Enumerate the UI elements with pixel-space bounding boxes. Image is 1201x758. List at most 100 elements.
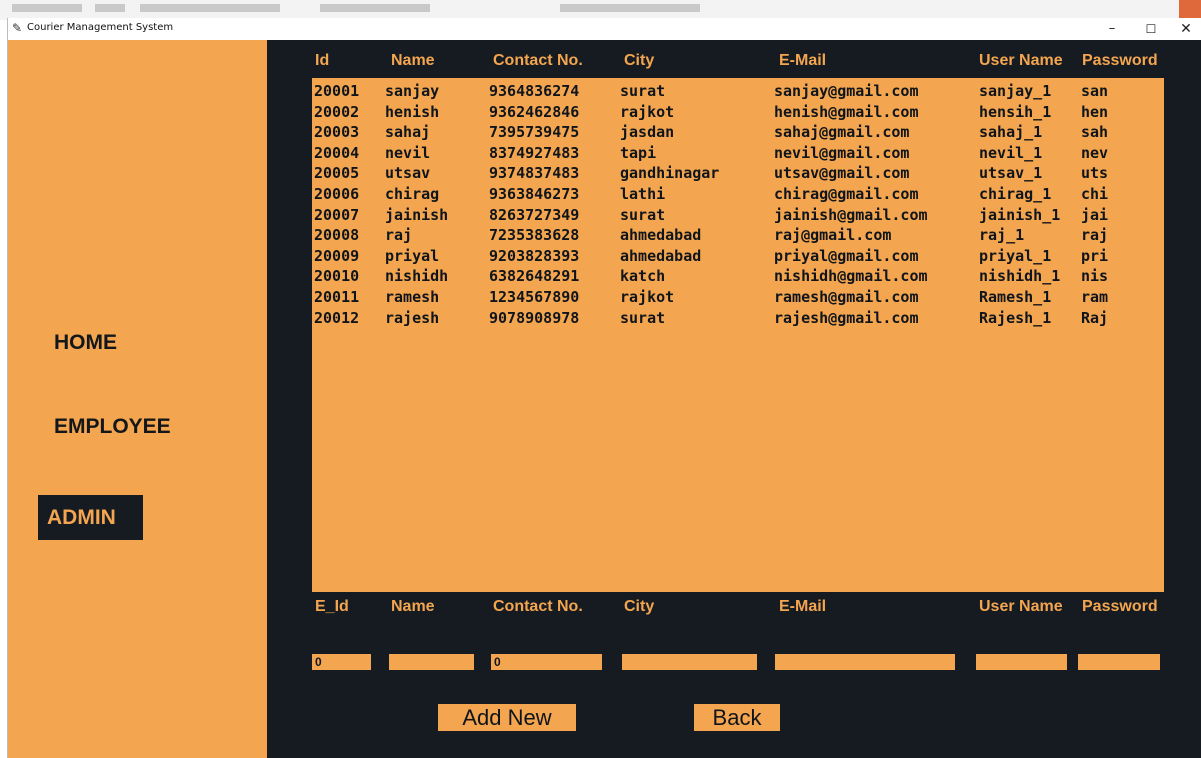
header-contact: Contact No. xyxy=(493,52,583,69)
cell-id: 20007 xyxy=(314,205,360,224)
back-button[interactable]: Back xyxy=(694,704,780,731)
table-row[interactable]: 20005 utsav 9374837483 gandhinagar utsav@gma… xyxy=(312,163,1164,183)
cell-contact: 9364836274 xyxy=(489,82,580,100)
label-contact: Contact No. xyxy=(493,598,583,615)
background-fragment xyxy=(12,4,82,12)
cell-contact: 1234567890 xyxy=(489,288,580,306)
city-field[interactable] xyxy=(622,654,757,670)
cell-contact: 7395739475 xyxy=(489,123,580,142)
cell-city: ahmedabad xyxy=(620,226,702,245)
cell-email: jainish@gmail.com xyxy=(774,205,928,224)
cell-contact: 9203828393 xyxy=(489,246,580,265)
cell-email: utsav@gmail.com xyxy=(774,164,910,183)
table-row[interactable]: 20006 chirag 9363846273 lathi chirag@gmail.c… xyxy=(312,184,1164,204)
background-accent xyxy=(1179,0,1201,20)
label-eid: E_Id xyxy=(315,598,349,615)
cell-city: rajkot xyxy=(620,102,675,121)
sidebar-item-admin[interactable]: ADMIN xyxy=(38,495,143,540)
minimize-button[interactable]: – xyxy=(1094,18,1130,40)
cell-city: ahmedabad xyxy=(620,246,702,265)
cell-id: 20005 xyxy=(314,164,360,183)
password-field[interactable] xyxy=(1078,654,1160,670)
cell-contact: 7235383628 xyxy=(489,226,580,245)
cell-city: surat xyxy=(620,205,666,224)
table-row[interactable]: 20001 sanjay 9364836274 surat sanjay@gmail.c… xyxy=(312,81,1164,101)
cell-id: 20008 xyxy=(314,226,360,245)
background-fragment xyxy=(140,4,280,12)
table-row[interactable]: 20011 ramesh 1234567890 rajkot ramesh@gmail.… xyxy=(312,287,1164,307)
main-panel: Id Name Contact No. City E-Mail User Nam… xyxy=(267,40,1201,758)
cell-email: sahaj@gmail.com xyxy=(774,123,910,142)
header-password: Password xyxy=(1082,52,1158,69)
cell-username: jainish_1 xyxy=(979,205,1061,224)
cell-password: sah xyxy=(1081,123,1109,142)
table-row[interactable]: 20002 henish 9362462846 rajkot henish@gmail.… xyxy=(312,102,1164,122)
cell-city: jasdan xyxy=(620,123,675,142)
background-app-strip xyxy=(0,0,1201,20)
table-row[interactable]: 20009 priyal 9203828393 ahmedabad priyal@gma… xyxy=(312,246,1164,266)
sidebar-item-employee[interactable]: EMPLOYEE xyxy=(51,410,174,444)
add-new-button[interactable]: Add New xyxy=(438,704,576,731)
label-email: E-Mail xyxy=(779,598,827,615)
cell-name: ramesh xyxy=(385,288,440,306)
cell-id: 20011 xyxy=(314,288,360,306)
table-row[interactable]: 20003 sahaj 7395739475 jasdan sahaj@gmail.co… xyxy=(312,122,1164,142)
cell-email: ramesh@gmail.com xyxy=(774,288,919,306)
header-email: E-Mail xyxy=(779,52,827,69)
background-fragment xyxy=(95,4,125,12)
cell-contact: 6382648291 xyxy=(489,267,580,286)
table-row[interactable]: 20010 nishidh 6382648291 katch nishidh@gmail… xyxy=(312,266,1164,286)
name-field[interactable] xyxy=(389,654,474,670)
cell-password: Raj xyxy=(1081,308,1109,327)
table-row[interactable]: 20004 nevil 8374927483 tapi nevil@gmail.com n… xyxy=(312,143,1164,163)
header-city: City xyxy=(624,52,655,69)
close-button[interactable]: ✕ xyxy=(1168,18,1201,40)
cell-name: nevil xyxy=(385,143,431,162)
cell-password: nis xyxy=(1081,267,1109,286)
cell-password: pri xyxy=(1081,246,1109,265)
cell-password: uts xyxy=(1081,164,1109,183)
cell-contact: 9078908978 xyxy=(489,308,580,327)
cell-password: san xyxy=(1081,82,1109,100)
cell-password: nev xyxy=(1081,143,1109,162)
cell-name: chirag xyxy=(385,185,440,203)
cell-username: sahaj_1 xyxy=(979,123,1043,142)
cell-email: chirag@gmail.com xyxy=(774,185,919,203)
maximize-button[interactable]: ☐ xyxy=(1133,18,1169,40)
table-row[interactable]: 20007 jainish 8263727349 surat jainish@gmail… xyxy=(312,205,1164,225)
email-field[interactable] xyxy=(775,654,955,670)
label-username: User Name xyxy=(979,598,1063,615)
cell-email: rajesh@gmail.com xyxy=(774,308,919,327)
table-row[interactable]: 20008 raj 7235383628 ahmedabad raj@gmail.com… xyxy=(312,225,1164,245)
records-table[interactable]: 20001 sanjay 9364836274 surat sanjay@gmail.c… xyxy=(312,78,1164,592)
cell-name: utsav xyxy=(385,164,431,183)
cell-username: hensih_1 xyxy=(979,102,1052,121)
cell-contact: 9374837483 xyxy=(489,164,580,183)
contact-field[interactable]: 0 xyxy=(491,654,602,670)
cell-id: 20012 xyxy=(314,308,360,327)
username-field[interactable] xyxy=(976,654,1067,670)
cell-name: jainish xyxy=(385,205,449,224)
background-fragment xyxy=(320,4,430,12)
cell-username: nishidh_1 xyxy=(979,267,1061,286)
cell-id: 20004 xyxy=(314,143,360,162)
table-row[interactable]: 20012 rajesh 9078908978 surat rajesh@gmail.c… xyxy=(312,308,1164,328)
cell-username: raj_1 xyxy=(979,226,1025,245)
sidebar-item-home[interactable]: HOME xyxy=(51,326,120,360)
label-name: Name xyxy=(391,598,435,615)
cell-username: Rajesh_1 xyxy=(979,308,1052,327)
cell-username: priyal_1 xyxy=(979,246,1052,265)
cell-city: gandhinagar xyxy=(620,164,720,183)
cell-password: hen xyxy=(1081,102,1109,121)
cell-email: nishidh@gmail.com xyxy=(774,267,928,286)
cell-email: raj@gmail.com xyxy=(774,226,892,245)
header-name: Name xyxy=(391,52,435,69)
cell-name: henish xyxy=(385,102,440,121)
cell-contact: 9362462846 xyxy=(489,102,580,121)
cell-id: 20001 xyxy=(314,82,360,100)
cell-password: raj xyxy=(1081,226,1109,245)
cell-city: rajkot xyxy=(620,288,675,306)
cell-email: sanjay@gmail.com xyxy=(774,82,919,100)
header-username: User Name xyxy=(979,52,1063,69)
eid-field[interactable]: 0 xyxy=(312,654,371,670)
